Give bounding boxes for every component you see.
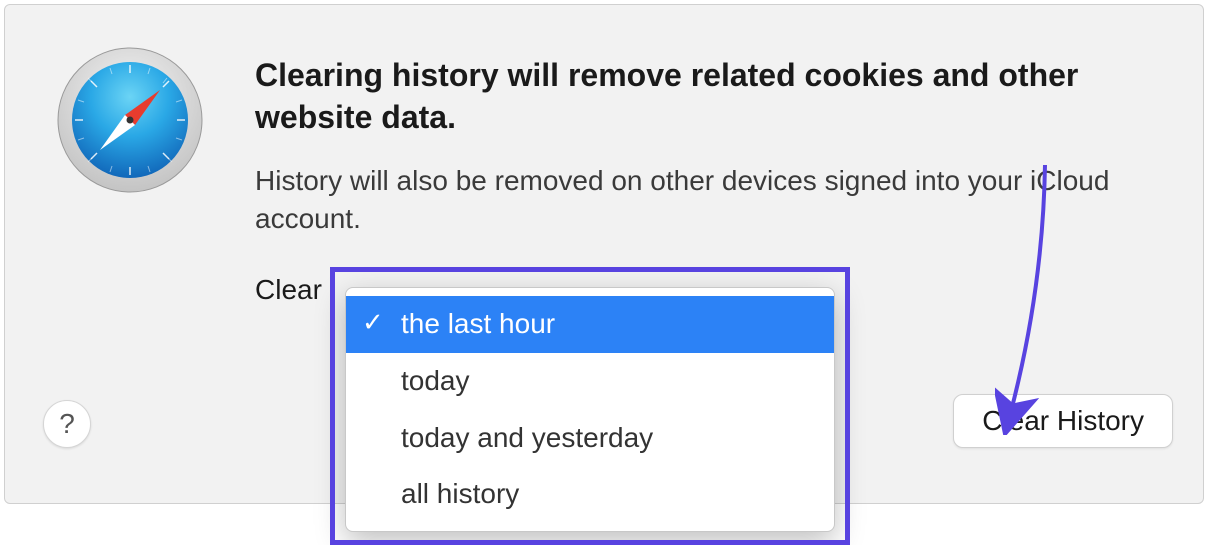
clear-label: Clear: [255, 274, 322, 306]
dropdown-option-today-yesterday[interactable]: today and yesterday: [346, 410, 834, 467]
help-icon: ?: [59, 408, 75, 440]
clear-history-button[interactable]: Clear History: [953, 394, 1173, 448]
time-range-dropdown[interactable]: the last hour today today and yesterday …: [330, 267, 835, 532]
dialog-description: History will also be removed on other de…: [255, 162, 1153, 238]
dropdown-menu: the last hour today today and yesterday …: [345, 287, 835, 532]
safari-icon: [55, 45, 215, 205]
dialog-title: Clearing history will remove related coo…: [255, 55, 1153, 138]
dropdown-option-last-hour[interactable]: the last hour: [346, 296, 834, 353]
help-button[interactable]: ?: [43, 400, 91, 448]
dropdown-option-all-history[interactable]: all history: [346, 466, 834, 523]
safari-compass-icon: [55, 45, 205, 195]
dropdown-option-today[interactable]: today: [346, 353, 834, 410]
clear-history-dialog: Clearing history will remove related coo…: [4, 4, 1204, 504]
